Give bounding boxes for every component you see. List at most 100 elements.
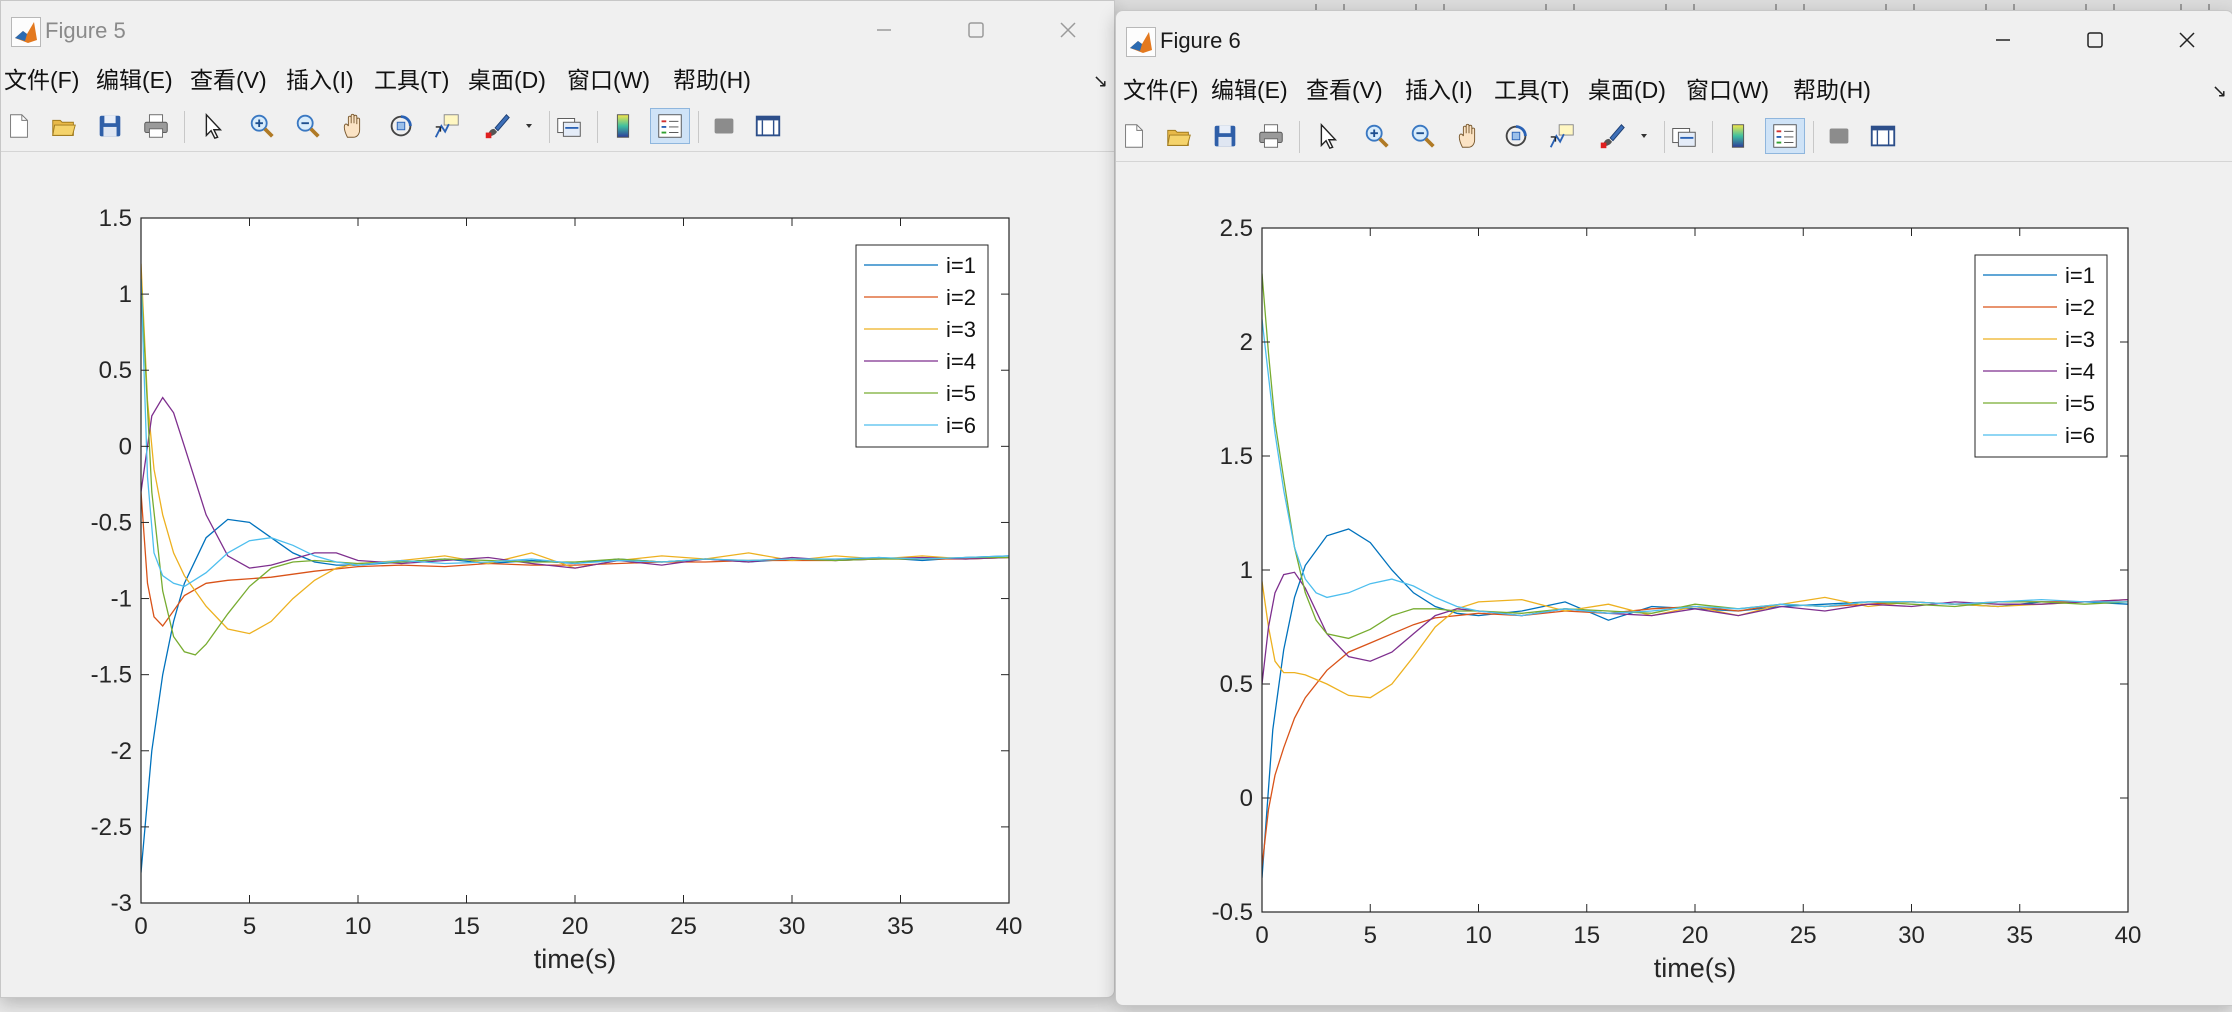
new-figure-button[interactable] xyxy=(1,108,39,144)
menu-edit[interactable]: 编辑(E) xyxy=(1211,75,1288,105)
menu-view[interactable]: 查看(V) xyxy=(190,65,267,95)
minimize-icon xyxy=(1996,39,2010,41)
link-plot-button[interactable] xyxy=(549,108,589,144)
zoom-out-button[interactable] xyxy=(1403,118,1443,154)
save-button[interactable] xyxy=(90,108,130,144)
legend-label: i=1 xyxy=(946,253,976,278)
menu-window[interactable]: 窗口(W) xyxy=(1686,75,1769,105)
print-button[interactable] xyxy=(136,108,176,144)
pan-hand-button[interactable] xyxy=(1449,118,1489,154)
minimize-button[interactable] xyxy=(838,1,930,59)
y-tick-label: -0.5 xyxy=(91,509,132,536)
close-icon xyxy=(1060,22,1076,38)
legend[interactable]: i=1 i=2 i=3 i=4 i=5 i=6 xyxy=(855,244,989,448)
x-tick-label: 25 xyxy=(1790,922,1817,949)
x-tick-label: 40 xyxy=(996,913,1023,940)
menu-insert[interactable]: 插入(I) xyxy=(1405,75,1473,105)
print-button[interactable] xyxy=(1251,118,1291,154)
new-figure-button[interactable] xyxy=(1116,118,1154,154)
save-button[interactable] xyxy=(1205,118,1245,154)
legend-button[interactable] xyxy=(1765,118,1805,154)
zoom-in-button[interactable] xyxy=(242,108,282,144)
y-tick-label: -3 xyxy=(111,890,132,917)
show-plot-tools-button[interactable] xyxy=(748,108,788,144)
dock-arrow-icon[interactable]: ↘ xyxy=(2212,81,2227,102)
menu-view[interactable]: 查看(V) xyxy=(1306,75,1383,105)
show-plot-tools-button[interactable] xyxy=(1863,118,1903,154)
x-tick-label: 15 xyxy=(1573,922,1600,949)
hide-plot-tools-icon xyxy=(714,118,734,134)
menu-window[interactable]: 窗口(W) xyxy=(567,65,650,95)
menu-edit[interactable]: 编辑(E) xyxy=(96,65,173,95)
menu-desktop[interactable]: 桌面(D) xyxy=(468,65,546,95)
brush-button[interactable] xyxy=(1592,118,1632,154)
y-tick-label: -1.5 xyxy=(91,662,132,689)
y-tick-label: 1.5 xyxy=(1220,443,1253,470)
rotate-3d-button[interactable] xyxy=(381,108,421,144)
zoom-in-button[interactable] xyxy=(1357,118,1397,154)
rotate-3d-button[interactable] xyxy=(1496,118,1536,154)
y-tick-label: 0.5 xyxy=(1220,671,1253,698)
menu-file[interactable]: 文件(F) xyxy=(1123,75,1198,105)
y-tick-label: -0.5 xyxy=(1212,899,1253,926)
brush-icon xyxy=(485,114,510,139)
legend-label: i=5 xyxy=(2065,391,2095,416)
save-icon xyxy=(1214,125,1236,147)
legend-button[interactable] xyxy=(650,108,690,144)
link-plot-button[interactable] xyxy=(1664,118,1704,154)
link-plot-icon xyxy=(1672,128,1696,147)
pointer-button[interactable] xyxy=(1307,118,1347,154)
plot-area[interactable]: 0 5 10 15 20 25 30 35 40-0.500.511.522.5time(s)i… xyxy=(1116,162,2232,1005)
zoom-in-icon xyxy=(250,114,274,138)
menu-insert[interactable]: 插入(I) xyxy=(286,65,354,95)
figure-window: Figure 5 文件(F) 编辑(E) 查看(V) 插入(I) 工具(T) 桌… xyxy=(0,0,1115,998)
new-figure-icon xyxy=(10,114,28,138)
brush-dropdown-button[interactable] xyxy=(520,108,536,144)
x-tick-label: 10 xyxy=(1465,922,1492,949)
maximize-button[interactable] xyxy=(930,1,1022,59)
legend-label: i=3 xyxy=(946,317,976,342)
pointer-button[interactable] xyxy=(192,108,232,144)
menu-file[interactable]: 文件(F) xyxy=(4,65,79,95)
colorbar-icon xyxy=(616,114,630,138)
colorbar-button[interactable] xyxy=(603,108,643,144)
y-tick-label: 0 xyxy=(1240,785,1253,812)
data-cursor-button[interactable] xyxy=(1542,118,1582,154)
x-tick-label: 0 xyxy=(1255,922,1268,949)
brush-dropdown-button[interactable] xyxy=(1635,118,1651,154)
brush-button[interactable] xyxy=(477,108,517,144)
pan-hand-button[interactable] xyxy=(334,108,374,144)
dock-arrow-icon[interactable]: ↘ xyxy=(1093,71,1108,92)
plot-area[interactable]: 0 5 10 15 20 25 30 35 40 -3 -2.5 -2 -1.5 -1 -0.5 0 0.5 1 1… xyxy=(1,152,1114,997)
menu-desktop[interactable]: 桌面(D) xyxy=(1588,75,1666,105)
minimize-button[interactable] xyxy=(1957,11,2049,69)
legend-label: i=6 xyxy=(2065,423,2095,448)
close-button[interactable] xyxy=(2141,11,2232,69)
maximize-button[interactable] xyxy=(2049,11,2141,69)
brush-icon xyxy=(1600,124,1625,149)
window-title: Figure 6 xyxy=(1160,28,1241,53)
menu-bar: 文件(F) 编辑(E) 查看(V) 插入(I) 工具(T) 桌面(D) 窗口(W… xyxy=(1,59,1114,101)
legend-label: i=3 xyxy=(2065,327,2095,352)
y-tick-label: 1 xyxy=(119,281,132,308)
hide-plot-tools-button[interactable] xyxy=(1819,118,1859,154)
close-button[interactable] xyxy=(1022,1,1114,59)
zoom-in-icon xyxy=(1365,124,1389,148)
data-cursor-button[interactable] xyxy=(427,108,467,144)
menu-help[interactable]: 帮助(H) xyxy=(673,65,751,95)
toolbar-separator xyxy=(698,111,699,143)
colorbar-button[interactable] xyxy=(1718,118,1758,154)
open-file-button[interactable] xyxy=(44,108,84,144)
x-tick-label: 20 xyxy=(1682,922,1709,949)
menu-tools[interactable]: 工具(T) xyxy=(374,65,449,95)
y-tick-label: -2 xyxy=(111,738,132,765)
title-bar[interactable]: Figure 5 xyxy=(1,1,1114,59)
open-file-button[interactable] xyxy=(1159,118,1199,154)
hide-plot-tools-button[interactable] xyxy=(704,108,744,144)
x-tick-label: 15 xyxy=(453,913,480,940)
menu-tools[interactable]: 工具(T) xyxy=(1494,75,1569,105)
zoom-out-button[interactable] xyxy=(288,108,328,144)
legend[interactable]: i=1 i=2 i=3 i=4 i=5 i=6 xyxy=(1974,254,2108,458)
menu-help[interactable]: 帮助(H) xyxy=(1793,75,1871,105)
title-bar[interactable]: Figure 6 xyxy=(1116,11,2232,69)
